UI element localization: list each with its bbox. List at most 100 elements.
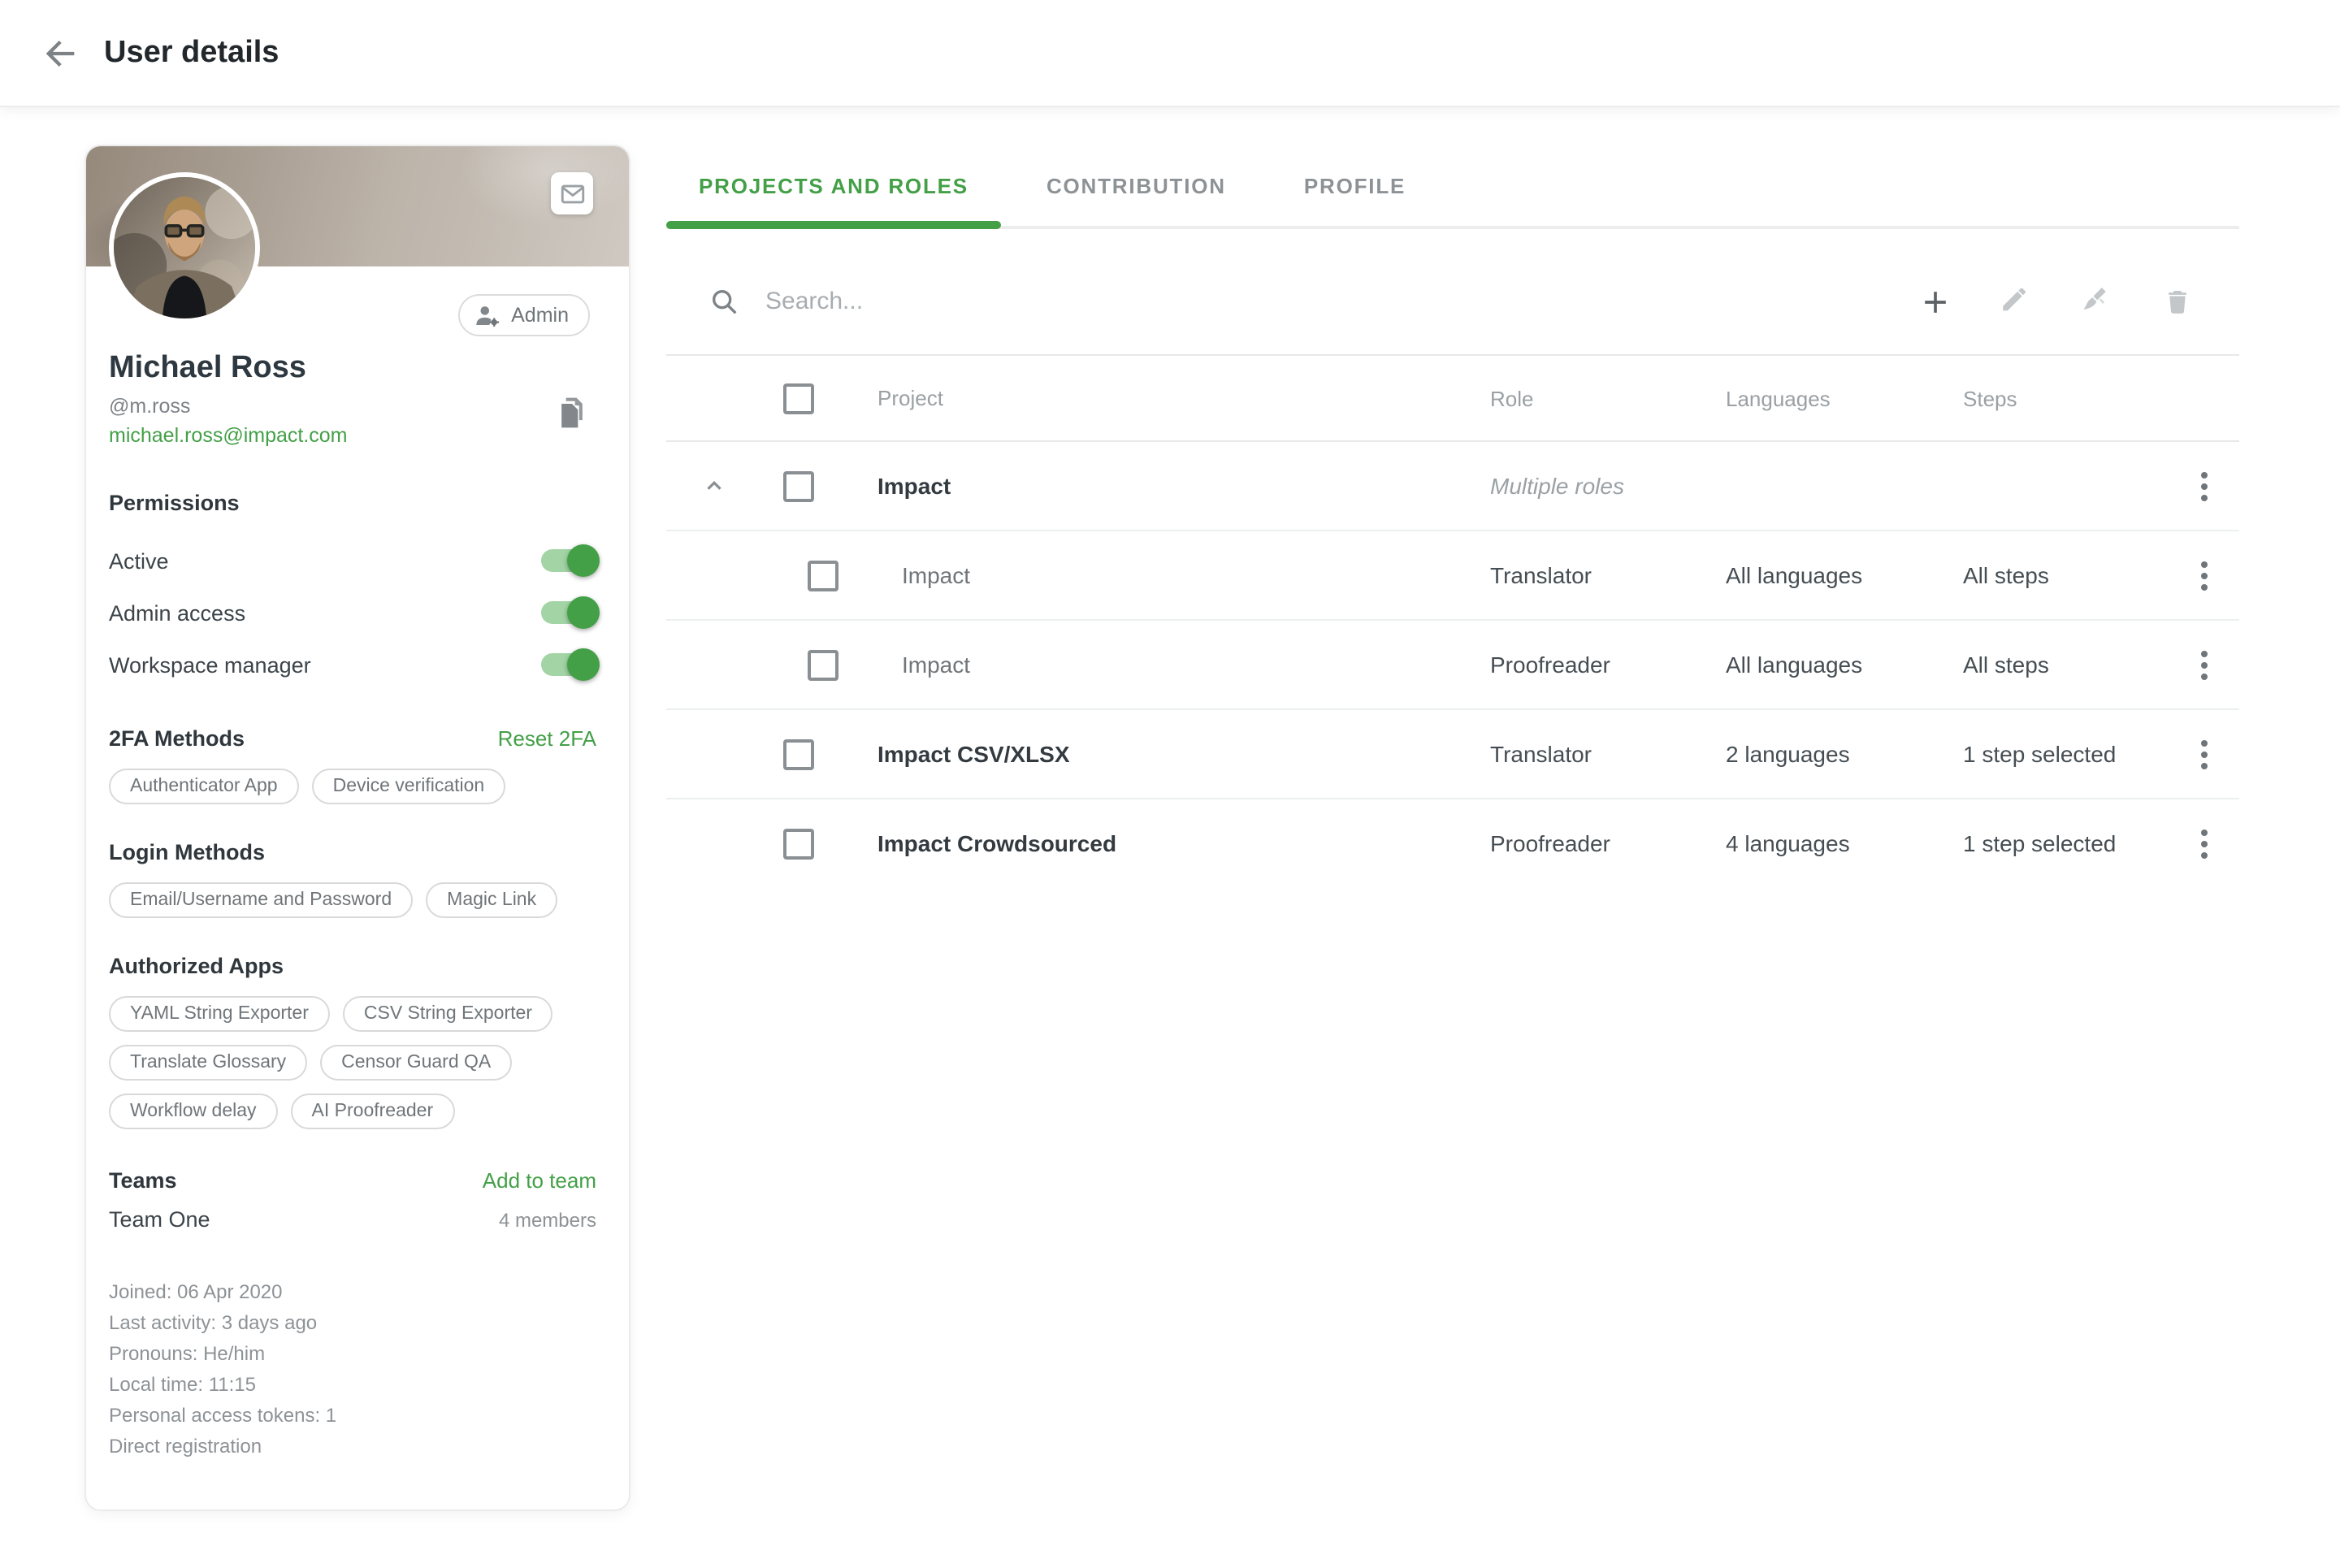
app-bar: User details — [0, 0, 2340, 106]
page-title: User details — [104, 0, 279, 106]
steps-cell: 1 step selected — [1963, 741, 2168, 767]
login-method-chip: Magic Link — [426, 882, 557, 918]
project-name: Impact — [902, 562, 970, 588]
meta-registration: Direct registration — [109, 1432, 596, 1462]
meta-access-tokens: Personal access tokens: 1 — [109, 1401, 596, 1432]
permission-label: Admin access — [109, 600, 245, 625]
tab-profile[interactable]: PROFILE — [1272, 145, 1438, 226]
permissions-title: Permissions — [109, 491, 596, 515]
main-panel: PROJECTS AND ROLES CONTRIBUTION PROFILE — [666, 145, 2239, 887]
meta-local-time: Local time: 11:15 — [109, 1370, 596, 1401]
row-menu-button[interactable] — [2193, 643, 2214, 687]
meta-pronouns: Pronouns: He/him — [109, 1339, 596, 1370]
table-row-impact-translator[interactable]: Impact Translator All languages All step… — [666, 531, 2239, 621]
permission-label: Workspace manager — [109, 652, 311, 677]
row-menu-button[interactable] — [2193, 732, 2214, 776]
collapse-row-button[interactable] — [702, 474, 726, 498]
active-toggle[interactable] — [541, 544, 596, 577]
row-checkbox[interactable] — [808, 561, 838, 591]
column-role: Role — [1490, 386, 1726, 410]
pencil-icon — [1999, 284, 2034, 318]
user-handle: @m.ross — [109, 395, 190, 418]
languages-cell: 2 languages — [1726, 741, 1963, 767]
project-name: Impact — [878, 473, 951, 499]
delete-button[interactable] — [2161, 284, 2197, 319]
authorized-app-chip: Censor Guard QA — [320, 1045, 512, 1081]
permission-row: Workspace manager — [109, 639, 596, 691]
column-steps: Steps — [1963, 386, 2168, 410]
plus-icon — [1918, 284, 1953, 319]
profile-card: Admin Michael Ross @m.ross michael.ross@… — [84, 145, 630, 1511]
trash-icon — [2161, 285, 2197, 318]
row-checkbox[interactable] — [783, 829, 814, 860]
permission-row: Admin access — [109, 587, 596, 639]
team-row: Team One 4 members — [109, 1207, 596, 1232]
workspace-manager-toggle[interactable] — [541, 648, 596, 681]
role-cell: Translator — [1490, 562, 1726, 588]
team-name: Team One — [109, 1207, 210, 1232]
row-menu-button[interactable] — [2193, 464, 2214, 508]
search-icon — [708, 285, 741, 318]
permission-label: Active — [109, 548, 169, 573]
arrow-back-icon — [39, 32, 81, 75]
role-badge: Admin — [457, 294, 590, 336]
add-to-team-link[interactable]: Add to team — [483, 1168, 596, 1193]
column-languages: Languages — [1726, 386, 1963, 410]
kebab-menu-icon — [2199, 739, 2208, 769]
twofa-chip: Device verification — [312, 769, 506, 804]
admin-user-icon — [474, 303, 501, 327]
send-email-button[interactable] — [551, 172, 593, 214]
table-row-impact-group[interactable]: Impact Multiple roles — [666, 442, 2239, 531]
authorized-apps-title: Authorized Apps — [109, 954, 596, 978]
kebab-menu-icon — [2199, 560, 2208, 591]
meta-last-activity: Last activity: 3 days ago — [109, 1308, 596, 1339]
avatar — [109, 172, 260, 323]
steps-cell: All steps — [1963, 562, 2168, 588]
back-button[interactable] — [39, 32, 81, 75]
add-button[interactable] — [1918, 284, 1953, 319]
tab-contribution[interactable]: CONTRIBUTION — [1014, 145, 1259, 226]
teams-title: Teams — [109, 1168, 177, 1193]
kebab-menu-icon — [2199, 649, 2208, 680]
role-cell: Proofreader — [1490, 830, 1726, 856]
clean-button[interactable] — [2080, 284, 2116, 319]
copy-email-button[interactable] — [554, 393, 593, 432]
authorized-app-chip: Workflow delay — [109, 1094, 278, 1129]
login-methods-title: Login Methods — [109, 840, 596, 864]
row-menu-button[interactable] — [2193, 553, 2214, 597]
role-cell: Translator — [1490, 741, 1726, 767]
languages-cell: 4 languages — [1726, 830, 1963, 856]
twofa-title: 2FA Methods — [109, 726, 245, 751]
authorized-app-chip: CSV String Exporter — [343, 996, 553, 1032]
twofa-chip: Authenticator App — [109, 769, 299, 804]
table-row-impact-crowdsourced[interactable]: Impact Crowdsourced Proofreader 4 langua… — [666, 799, 2239, 887]
reset-2fa-link[interactable]: Reset 2FA — [498, 726, 596, 751]
authorized-app-chip: YAML String Exporter — [109, 996, 330, 1032]
login-method-chip: Email/Username and Password — [109, 882, 413, 918]
search-input[interactable] — [762, 286, 1918, 317]
copy-icon — [554, 395, 593, 431]
tab-bar: PROJECTS AND ROLES CONTRIBUTION PROFILE — [666, 145, 2239, 229]
authorized-app-chip: Translate Glossary — [109, 1045, 307, 1081]
user-email-link[interactable]: michael.ross@impact.com — [109, 424, 348, 447]
select-all-checkbox[interactable] — [783, 383, 814, 414]
table-row-impact-proofreader[interactable]: Impact Proofreader All languages All ste… — [666, 621, 2239, 710]
row-checkbox[interactable] — [808, 650, 838, 681]
role-cell: Proofreader — [1490, 652, 1726, 678]
permission-row: Active — [109, 535, 596, 587]
project-name: Impact — [902, 652, 970, 678]
row-checkbox[interactable] — [783, 471, 814, 502]
role-cell: Multiple roles — [1490, 473, 1726, 499]
row-checkbox[interactable] — [783, 739, 814, 770]
meta-joined: Joined: 06 Apr 2020 — [109, 1277, 596, 1308]
row-menu-button[interactable] — [2193, 821, 2214, 865]
tab-projects-and-roles[interactable]: PROJECTS AND ROLES — [666, 145, 1001, 226]
chevron-up-icon — [702, 474, 726, 498]
languages-cell: All languages — [1726, 652, 1963, 678]
table-row-impact-csv-xlsx[interactable]: Impact CSV/XLSX Translator 2 languages 1… — [666, 710, 2239, 799]
admin-access-toggle[interactable] — [541, 596, 596, 629]
steps-cell: 1 step selected — [1963, 830, 2168, 856]
table-header: Project Role Languages Steps — [666, 356, 2239, 442]
edit-button[interactable] — [1999, 284, 2034, 319]
kebab-menu-icon — [2199, 828, 2208, 859]
